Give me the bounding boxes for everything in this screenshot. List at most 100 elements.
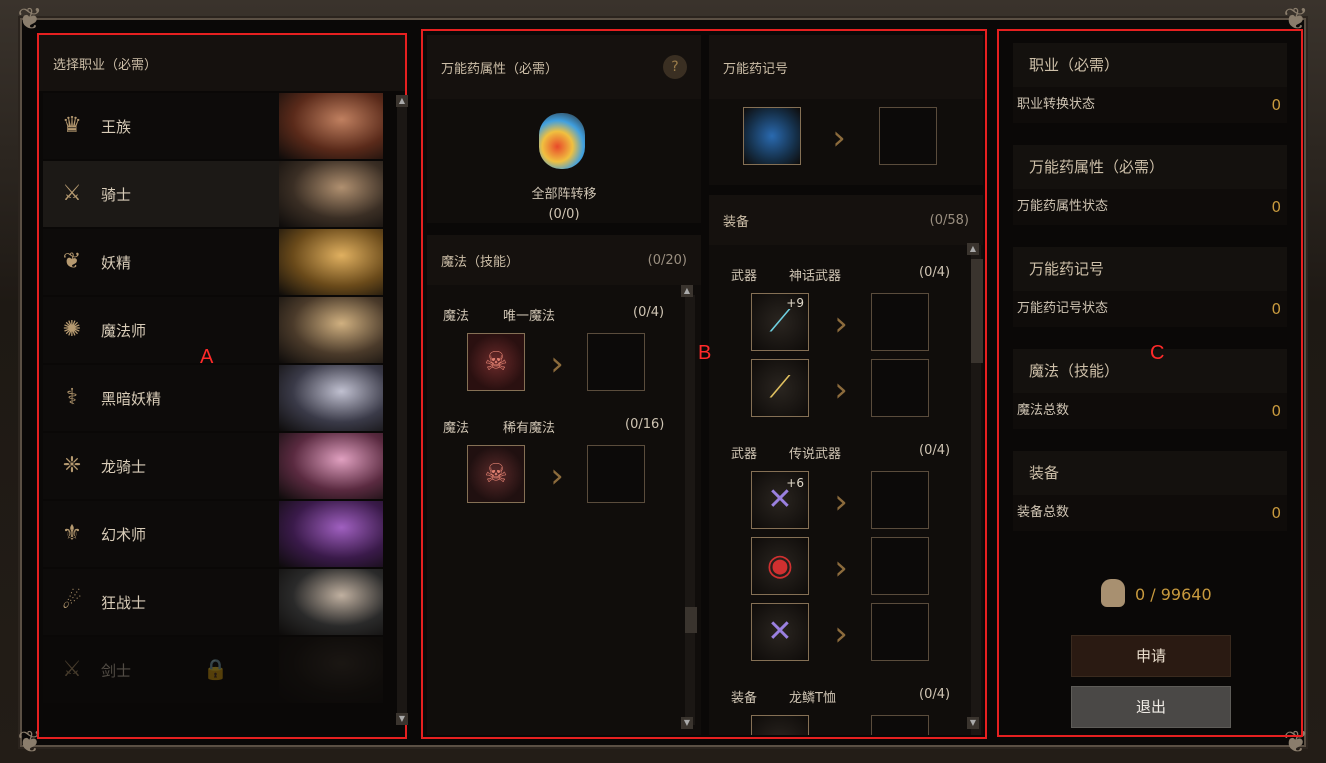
class-portrait	[279, 297, 383, 363]
stat-value: 0	[1271, 198, 1281, 216]
dark-elf-icon: ⚕	[66, 385, 78, 410]
mark-slot[interactable]	[743, 107, 801, 165]
weapon-result-slot[interactable]	[871, 359, 929, 417]
magic-scrollbar[interactable]	[685, 295, 695, 725]
skill-result-slot[interactable]	[587, 445, 645, 503]
equip-group-name: 神话武器	[789, 269, 842, 284]
class-portrait	[279, 637, 383, 703]
potion-mark-title: 万能药记号	[709, 35, 983, 99]
magic-group-type: 魔法	[443, 309, 470, 324]
potion-mark-section: 万能药记号 ›	[709, 35, 983, 185]
material-panel: 万能药属性（必需） ? 全部阵转移 (0/0) 万能药记号 › 魔法（技能） (…	[421, 29, 987, 739]
stat-row: 万能药属性状态 0	[1013, 189, 1287, 225]
magic-group-name: 稀有魔法	[503, 421, 556, 436]
magic-group-count: (0/16)	[625, 417, 665, 432]
equipment-title: 装备	[723, 214, 750, 230]
class-row[interactable]: ♛ 王族	[43, 93, 383, 159]
potion-attribute-section: 万能药属性（必需） ? 全部阵转移 (0/0)	[427, 35, 701, 223]
magic-count: (0/20)	[647, 252, 687, 268]
skill-skull-slot[interactable]: ☠	[467, 333, 525, 391]
weapon-result-slot[interactable]	[871, 603, 929, 661]
arrow-icon: ›	[550, 344, 564, 384]
class-row[interactable]: ❦ 妖精	[43, 229, 383, 295]
armor-result-slot[interactable]	[871, 715, 929, 735]
stat-row: 职业转换状态 0	[1013, 87, 1287, 123]
chain-weapon-icon: ◉	[766, 548, 794, 583]
stat-value: 0	[1271, 96, 1281, 114]
equip-group-name: 传说武器	[789, 447, 842, 462]
stat-label: 职业转换状态	[1017, 97, 1096, 112]
class-row[interactable]: ☄ 狂战士	[43, 569, 383, 635]
skull-icon: ☠	[484, 459, 508, 489]
class-name: 剑士	[101, 661, 132, 680]
weapon-result-slot[interactable]	[871, 537, 929, 595]
stat-box: 装备 装备总数 0	[1013, 451, 1287, 531]
scroll-down-icon[interactable]: ▼	[967, 717, 979, 729]
skull-icon: ☠	[484, 347, 508, 377]
arrow-icon: ›	[834, 548, 848, 588]
equip-group-type: 武器	[731, 269, 758, 284]
armor-slot[interactable]	[751, 715, 809, 735]
wizard-icon: ✺	[62, 317, 82, 342]
arrow-icon: ›	[834, 482, 848, 522]
arrow-icon: ›	[832, 118, 846, 158]
equip-group-count: (0/4)	[919, 265, 951, 280]
annotation-label-c: C	[1150, 342, 1165, 364]
stat-label: 魔法总数	[1017, 403, 1070, 418]
class-row[interactable]: ⚕ 黑暗妖精	[43, 365, 383, 431]
skill-result-slot[interactable]	[587, 333, 645, 391]
scroll-up-icon[interactable]: ▲	[967, 243, 979, 255]
arrow-icon: ›	[834, 614, 848, 654]
class-row[interactable]: ⚔ 剑士 🔒	[43, 637, 383, 703]
exit-button[interactable]: 退出	[1071, 686, 1231, 728]
class-portrait	[279, 161, 383, 227]
equip-group-name: 龙鳞T恤	[789, 691, 836, 706]
skill-skull-slot[interactable]: ☠	[467, 445, 525, 503]
annotation-label-b: B	[698, 342, 712, 364]
apply-button[interactable]: 申请	[1071, 635, 1231, 677]
equip-group-type: 武器	[731, 447, 758, 462]
illusionist-icon: ⚜	[62, 521, 82, 546]
arrow-icon: ›	[834, 370, 848, 410]
weapon-lance-slot[interactable]: ⟋	[751, 359, 809, 417]
weapon-chain-slot[interactable]: ◉	[751, 537, 809, 595]
enchant-level: +6	[786, 476, 804, 490]
scroll-up-icon[interactable]: ▲	[681, 285, 693, 297]
class-row[interactable]: ❈ 龙骑士	[43, 433, 383, 499]
help-icon[interactable]: ?	[663, 55, 687, 79]
stat-box: 万能药属性（必需） 万能药属性状态 0	[1013, 145, 1287, 225]
weapon-spear-slot[interactable]: ⟋ +9	[751, 293, 809, 351]
weapon-dual-blades-slot[interactable]: ✕ +6	[751, 471, 809, 529]
magic-group-count: (0/4)	[633, 305, 665, 320]
stat-value: 0	[1271, 300, 1281, 318]
lock-icon: 🔒	[203, 657, 228, 681]
stat-row: 魔法总数 0	[1013, 393, 1287, 429]
class-select-panel: 选择职业（必需） ♛ 王族 ⚔ 骑士 ❦ 妖精 ✺ 魔法师 ⚕ 黑暗妖精 ❈ 龙骑士 ⚜ 幻术师 ☄ 狂战士 ⚔…	[37, 33, 408, 739]
class-portrait	[279, 433, 383, 499]
equipment-scroll-thumb[interactable]	[971, 259, 983, 363]
weapon-dual-blades-slot[interactable]: ✕	[751, 603, 809, 661]
weapon-result-slot[interactable]	[871, 293, 929, 351]
summary-panel: 职业（必需） 职业转换状态 0 万能药属性（必需） 万能药属性状态 0 万能药记号 万能药记号…	[997, 29, 1303, 737]
mark-result-slot[interactable]	[879, 107, 937, 165]
scroll-down-icon[interactable]: ▼	[396, 713, 408, 725]
magic-section: 魔法（技能） (0/20) 魔法 唯一魔法 (0/4) ☠ › 魔法 稀有魔法 …	[427, 235, 701, 735]
scroll-down-icon[interactable]: ▼	[681, 717, 693, 729]
class-name: 黑暗妖精	[101, 389, 162, 408]
equipment-count: (0/58)	[929, 212, 969, 228]
stat-value: 0	[1271, 504, 1281, 522]
scroll-up-icon[interactable]: ▲	[396, 95, 408, 107]
class-list-scrollbar[interactable]	[397, 97, 407, 717]
class-portrait	[279, 229, 383, 295]
class-row[interactable]: ⚔ 骑士	[43, 161, 383, 227]
crown-icon: ♛	[62, 113, 82, 138]
equipment-section: 装备 (0/58) 武器 神话武器 (0/4) ⟋ +9 › ⟋ › 武器 传说…	[709, 195, 983, 735]
stat-row: 装备总数 0	[1013, 495, 1287, 531]
magic-group-name: 唯一魔法	[503, 309, 556, 324]
weapon-result-slot[interactable]	[871, 471, 929, 529]
stat-row: 万能药记号状态 0	[1013, 291, 1287, 327]
class-name: 龙骑士	[101, 457, 147, 476]
class-row[interactable]: ⚜ 幻术师	[43, 501, 383, 567]
arrow-icon: ›	[834, 304, 848, 344]
magic-scroll-thumb[interactable]	[685, 607, 697, 633]
